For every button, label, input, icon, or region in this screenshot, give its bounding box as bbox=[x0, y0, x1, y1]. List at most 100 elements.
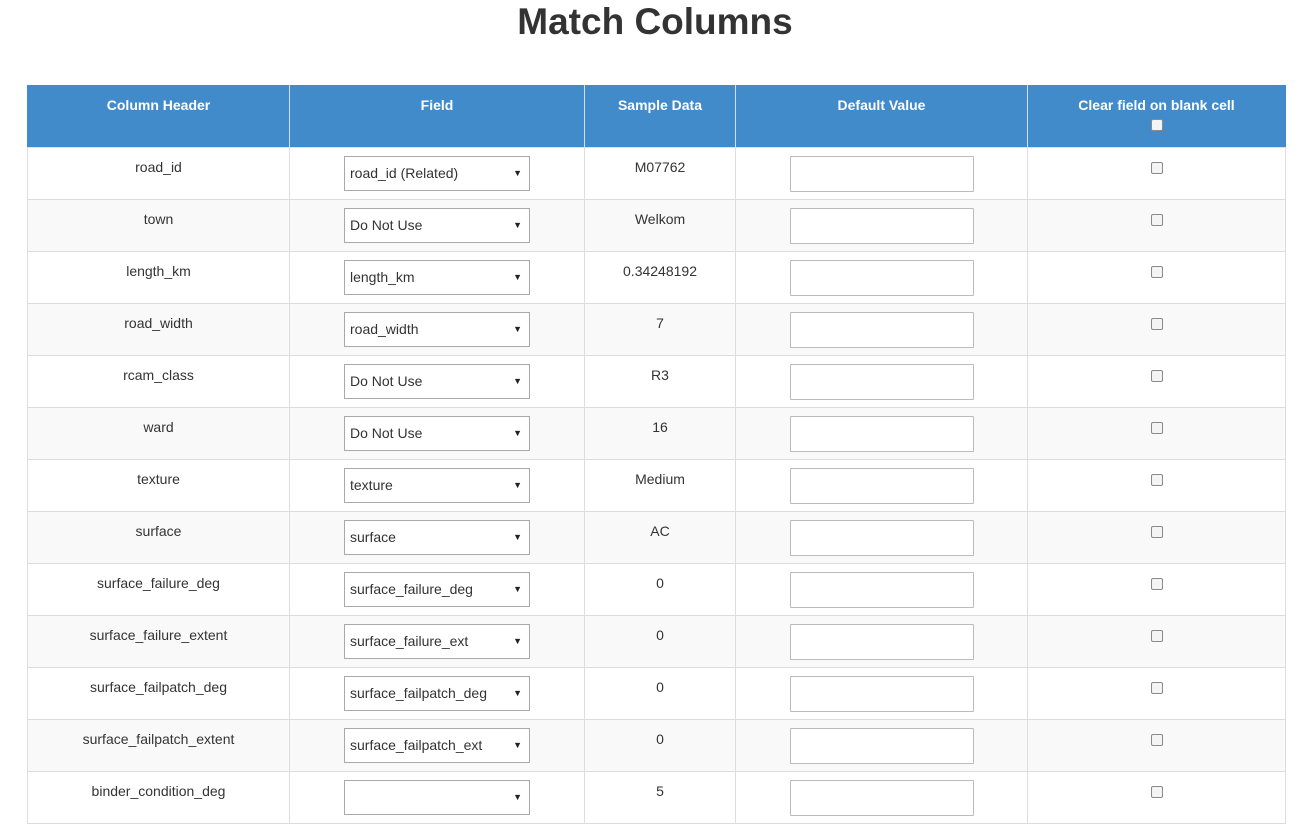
sample-data-text: 0 bbox=[656, 679, 664, 695]
table-row: surface_failpatch_deg surface_failpatch_d… bbox=[27, 667, 1286, 720]
sample-data-text: Medium bbox=[635, 471, 685, 487]
chevron-down-icon: ▼ bbox=[513, 428, 522, 438]
column-header-cell: road_id bbox=[27, 147, 290, 200]
field-select[interactable]: road_id (Related) ▼ bbox=[344, 156, 530, 191]
default-value-input[interactable] bbox=[789, 520, 974, 556]
clear-all-checkbox[interactable] bbox=[1150, 119, 1163, 131]
default-value-input[interactable] bbox=[789, 624, 974, 660]
chevron-down-icon: ▼ bbox=[513, 636, 522, 646]
sample-data-text: R3 bbox=[651, 367, 669, 383]
default-value-cell bbox=[735, 667, 1028, 720]
field-select[interactable]: surface_failure_deg ▼ bbox=[344, 572, 530, 607]
column-header-cell: ward bbox=[27, 407, 290, 460]
chevron-down-icon: ▼ bbox=[513, 168, 522, 178]
sample-data-cell: R3 bbox=[584, 355, 736, 408]
default-value-input[interactable] bbox=[789, 208, 974, 244]
sample-data-cell: Medium bbox=[584, 459, 736, 512]
default-value-input[interactable] bbox=[789, 416, 974, 452]
clear-field-checkbox[interactable] bbox=[1150, 474, 1163, 486]
clear-field-checkbox[interactable] bbox=[1150, 214, 1163, 226]
clear-field-cell bbox=[1027, 459, 1286, 512]
field-select[interactable]: surface ▼ bbox=[344, 520, 530, 555]
table-row: surface_failure_deg surface_failure_deg ▼ 0 bbox=[27, 563, 1286, 616]
clear-field-checkbox[interactable] bbox=[1150, 266, 1163, 278]
table-row: surface_failpatch_extent surface_failpatc… bbox=[27, 719, 1286, 772]
clear-field-checkbox[interactable] bbox=[1150, 682, 1163, 694]
column-header-cell: surface_failpatch_extent bbox=[27, 719, 290, 772]
default-value-input[interactable] bbox=[789, 728, 974, 764]
field-select-value: road_width bbox=[350, 321, 419, 337]
chevron-down-icon: ▼ bbox=[513, 324, 522, 334]
column-header-heading: Column Header bbox=[27, 85, 290, 148]
field-select[interactable]: surface_failpatch_ext ▼ bbox=[344, 728, 530, 763]
clear-field-cell bbox=[1027, 511, 1286, 564]
clear-field-cell bbox=[1027, 771, 1286, 824]
match-columns-table-container: Column Header Field Sample Data Default … bbox=[27, 85, 1286, 824]
clear-field-cell bbox=[1027, 407, 1286, 460]
field-select[interactable]: road_width ▼ bbox=[344, 312, 530, 347]
field-select-value: surface_failure_deg bbox=[350, 581, 473, 597]
sample-data-cell: AC bbox=[584, 511, 736, 564]
field-select[interactable]: Do Not Use ▼ bbox=[344, 208, 530, 243]
column-header-text: rcam_class bbox=[123, 367, 194, 383]
sample-data-cell: 0 bbox=[584, 563, 736, 616]
clear-field-checkbox[interactable] bbox=[1150, 630, 1163, 642]
sample-data-text: 5 bbox=[656, 783, 664, 799]
column-header-cell: texture bbox=[27, 459, 290, 512]
default-value-input[interactable] bbox=[789, 468, 974, 504]
default-value-cell bbox=[735, 355, 1028, 408]
column-header-cell: road_width bbox=[27, 303, 290, 356]
table-row: ward Do Not Use ▼ 16 bbox=[27, 407, 1286, 460]
default-value-input[interactable] bbox=[789, 260, 974, 296]
column-header-text: town bbox=[143, 211, 174, 227]
clear-field-checkbox[interactable] bbox=[1150, 370, 1163, 382]
clear-field-heading-label: Clear field on blank cell bbox=[1078, 97, 1235, 113]
default-value-input[interactable] bbox=[789, 364, 974, 400]
table-header: Column Header Field Sample Data Default … bbox=[27, 85, 1286, 148]
default-value-input[interactable] bbox=[789, 572, 974, 608]
sample-data-cell: Welkom bbox=[584, 199, 736, 252]
field-select[interactable]: Do Not Use ▼ bbox=[344, 416, 530, 451]
sample-data-text: 16 bbox=[652, 419, 668, 435]
column-header-text: road_id bbox=[135, 159, 182, 175]
default-value-heading: Default Value bbox=[735, 85, 1028, 148]
default-value-input[interactable] bbox=[789, 780, 974, 816]
chevron-down-icon: ▼ bbox=[513, 740, 522, 750]
field-cell: road_width ▼ bbox=[289, 303, 585, 356]
field-cell: road_id (Related) ▼ bbox=[289, 147, 585, 200]
default-value-cell bbox=[735, 147, 1028, 200]
field-select[interactable]: Do Not Use ▼ bbox=[344, 364, 530, 399]
table-row: length_km length_km ▼ 0.34248192 bbox=[27, 251, 1286, 304]
default-value-input[interactable] bbox=[789, 676, 974, 712]
clear-field-checkbox[interactable] bbox=[1150, 578, 1163, 590]
column-header-text: texture bbox=[137, 471, 180, 487]
field-select[interactable]: texture ▼ bbox=[344, 468, 530, 503]
clear-field-cell bbox=[1027, 355, 1286, 408]
field-select[interactable]: length_km ▼ bbox=[344, 260, 530, 295]
clear-field-checkbox[interactable] bbox=[1150, 734, 1163, 746]
sample-data-cell: 0 bbox=[584, 667, 736, 720]
default-value-cell bbox=[735, 563, 1028, 616]
table-header-row: Column Header Field Sample Data Default … bbox=[27, 85, 1286, 148]
default-value-cell bbox=[735, 407, 1028, 460]
default-value-input[interactable] bbox=[789, 312, 974, 348]
clear-field-cell bbox=[1027, 563, 1286, 616]
field-select-value: Do Not Use bbox=[350, 217, 423, 233]
field-select[interactable]: ▼ bbox=[344, 780, 530, 815]
clear-field-checkbox[interactable] bbox=[1150, 162, 1163, 174]
clear-field-cell bbox=[1027, 251, 1286, 304]
table-row: surface surface ▼ AC bbox=[27, 511, 1286, 564]
sample-data-cell: 0 bbox=[584, 719, 736, 772]
column-header-text: binder_condition_deg bbox=[91, 783, 226, 799]
field-select[interactable]: surface_failpatch_deg ▼ bbox=[344, 676, 530, 711]
clear-field-checkbox[interactable] bbox=[1150, 786, 1163, 798]
column-header-cell: length_km bbox=[27, 251, 290, 304]
field-select[interactable]: surface_failure_ext ▼ bbox=[344, 624, 530, 659]
clear-field-checkbox[interactable] bbox=[1150, 526, 1163, 538]
field-cell: surface_failpatch_ext ▼ bbox=[289, 719, 585, 772]
field-select-value: surface bbox=[350, 529, 396, 545]
clear-field-checkbox[interactable] bbox=[1150, 318, 1163, 330]
clear-field-checkbox[interactable] bbox=[1150, 422, 1163, 434]
column-header-cell: surface_failure_extent bbox=[27, 615, 290, 668]
default-value-input[interactable] bbox=[789, 156, 974, 192]
